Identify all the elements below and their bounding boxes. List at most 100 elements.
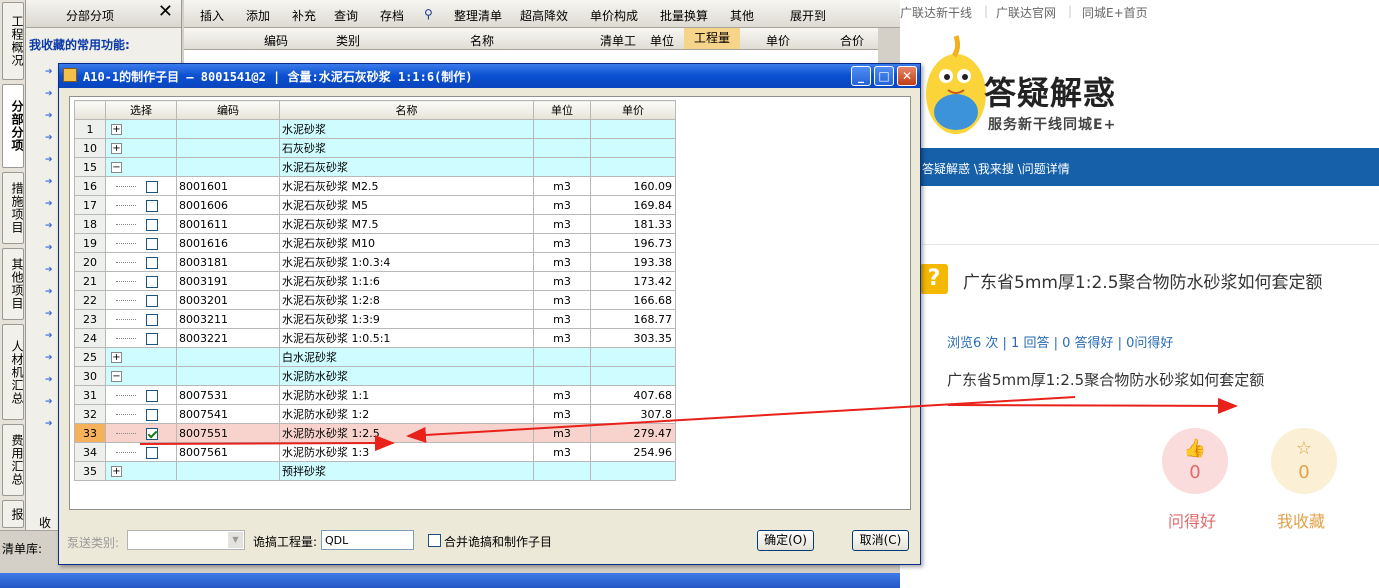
select-cell[interactable]: + (105, 347, 177, 367)
expand-toggle-icon[interactable]: + (111, 352, 122, 363)
select-cell[interactable] (105, 176, 177, 196)
group-row[interactable]: 25 + 白水泥砂浆 (74, 347, 676, 367)
binoculars-icon[interactable]: ⚲ (424, 7, 433, 21)
select-checkbox[interactable] (146, 275, 158, 288)
arrow-right-icon[interactable]: ➔ (45, 68, 53, 77)
select-checkbox[interactable] (146, 294, 158, 307)
arrow-right-icon[interactable]: ➔ (45, 376, 53, 385)
expand-toggle-icon[interactable]: + (111, 466, 122, 477)
select-cell[interactable]: − (105, 366, 177, 386)
select-cell[interactable]: + (105, 138, 177, 158)
header-unit[interactable]: 单位 (533, 100, 591, 120)
arrow-right-icon[interactable]: ➔ (45, 112, 53, 121)
link-city-home[interactable]: 同城E+首页 (1082, 4, 1148, 21)
table-row[interactable]: 19 8001616 水泥石灰砂浆 M10 m3 196.73 (74, 233, 676, 253)
breadcrumb[interactable]: 答疑解惑 \我来搜 \问题详情 (922, 160, 1070, 177)
select-checkbox[interactable] (146, 427, 158, 440)
table-row[interactable]: 31 8007531 水泥防水砂浆 1:1 m3 407.68 (74, 385, 676, 405)
tab-other-items[interactable]: 其他项目 (2, 248, 24, 320)
organize-list-menu[interactable]: 整理清单 (454, 7, 502, 24)
minimize-icon[interactable]: _ (851, 66, 871, 86)
arrow-right-icon[interactable]: ➔ (45, 134, 53, 143)
chevron-down-icon[interactable]: ▼ (228, 532, 243, 548)
insert-menu[interactable]: 插入 (200, 7, 224, 24)
select-cell[interactable] (105, 385, 177, 405)
select-checkbox[interactable] (146, 332, 158, 345)
other-menu[interactable]: 其他 (730, 7, 754, 24)
arrow-right-icon[interactable]: ➔ (45, 244, 53, 253)
group-row[interactable]: 35 + 预拌砂浆 (74, 461, 676, 481)
tab-measures[interactable]: 措施项目 (2, 172, 24, 244)
select-checkbox[interactable] (146, 313, 158, 326)
expand-toggle-icon[interactable]: − (111, 162, 122, 173)
tab-project-overview[interactable]: 工程概况 (2, 2, 24, 80)
add-menu[interactable]: 添加 (246, 7, 270, 24)
query-menu[interactable]: 查询 (334, 7, 358, 24)
question-stats[interactable]: 浏览6 次 | 1 回答 | 0 答得好 | 0问得好 (947, 332, 1173, 351)
tab-report[interactable]: 报 (2, 500, 24, 528)
arrow-right-icon[interactable]: ➔ (45, 398, 53, 407)
group-row[interactable]: 10 + 石灰砂浆 (74, 138, 676, 158)
select-checkbox[interactable] (146, 389, 158, 402)
select-cell[interactable] (105, 233, 177, 253)
select-cell[interactable] (105, 214, 177, 234)
select-checkbox[interactable] (146, 408, 158, 421)
link-glodon-site[interactable]: 广联达官网 (996, 4, 1056, 21)
merge-checkbox[interactable] (428, 534, 441, 547)
tab-materials-summary[interactable]: 人材机汇总 (2, 324, 24, 420)
merge-label[interactable]: 合并诡搞和制作子目 (444, 533, 552, 550)
table-row[interactable]: 33 8007551 水泥防水砂浆 1:2.5 m3 279.47 (74, 423, 676, 443)
maximize-icon[interactable]: □ (874, 66, 894, 86)
select-checkbox[interactable] (146, 199, 158, 212)
batch-convert-menu[interactable]: 批量换算 (660, 7, 708, 24)
header-price[interactable]: 单价 (590, 100, 676, 120)
link-glodon-newline[interactable]: 广联达新干线 (900, 4, 972, 21)
arrow-right-icon[interactable]: ➔ (45, 354, 53, 363)
table-row[interactable]: 20 8003181 水泥石灰砂浆 1:0.3:4 m3 193.38 (74, 252, 676, 272)
quantity-input[interactable] (321, 530, 414, 550)
arrow-right-icon[interactable]: ➔ (45, 222, 53, 231)
group-row[interactable]: 1 + 水泥砂浆 (74, 119, 676, 139)
arrow-right-icon[interactable]: ➔ (45, 332, 53, 341)
favorite-label[interactable]: 我收藏 (1277, 508, 1325, 532)
table-row[interactable]: 22 8003201 水泥石灰砂浆 1:2:8 m3 166.68 (74, 290, 676, 310)
expand-to-menu[interactable]: 展开到 (790, 7, 826, 24)
select-cell[interactable] (105, 423, 177, 443)
good-question-button[interactable]: 👍 0 (1162, 428, 1228, 494)
expand-toggle-icon[interactable]: + (111, 143, 122, 154)
dialog-titlebar[interactable]: A10-1的制作子目 — 8001541@2 | 含量:水泥石灰砂浆 1:1:6… (59, 64, 920, 88)
cancel-button[interactable]: 取消(C) (852, 530, 909, 551)
grid-col-quantity[interactable]: 工程量 (684, 28, 741, 49)
select-cell[interactable]: + (105, 119, 177, 139)
panel-bottom-tab[interactable]: 收 (39, 514, 51, 531)
height-reduction-menu[interactable]: 超高降效 (520, 7, 568, 24)
ok-button[interactable]: 确定(O) (757, 530, 814, 551)
select-cell[interactable] (105, 309, 177, 329)
arrow-right-icon[interactable]: ➔ (45, 200, 53, 209)
close-icon[interactable]: ✕ (158, 3, 173, 21)
select-cell[interactable]: − (105, 157, 177, 177)
table-row[interactable]: 34 8007561 水泥防水砂浆 1:3 m3 254.96 (74, 442, 676, 462)
table-row[interactable]: 17 8001606 水泥石灰砂浆 M5 m3 169.84 (74, 195, 676, 215)
close-icon[interactable]: ✕ (897, 66, 917, 86)
select-cell[interactable] (105, 195, 177, 215)
select-checkbox[interactable] (146, 446, 158, 459)
arrow-right-icon[interactable]: ➔ (45, 156, 53, 165)
arrow-right-icon[interactable]: ➔ (45, 310, 53, 319)
select-checkbox[interactable] (146, 218, 158, 231)
select-cell[interactable]: + (105, 461, 177, 481)
select-cell[interactable] (105, 328, 177, 348)
archive-menu[interactable]: 存档 (380, 7, 404, 24)
header-select[interactable]: 选择 (105, 100, 177, 120)
select-checkbox[interactable] (146, 180, 158, 193)
select-cell[interactable] (105, 290, 177, 310)
table-row[interactable]: 21 8003191 水泥石灰砂浆 1:1:6 m3 173.42 (74, 271, 676, 291)
tab-sections[interactable]: 分部分项 (2, 84, 24, 168)
header-name[interactable]: 名称 (279, 100, 534, 120)
select-cell[interactable] (105, 271, 177, 291)
grid-col-price[interactable]: 单价 (766, 32, 790, 49)
arrow-right-icon[interactable]: ➔ (45, 420, 53, 429)
table-row[interactable]: 24 8003221 水泥石灰砂浆 1:0.5:1 m3 303.35 (74, 328, 676, 348)
table-row[interactable]: 16 8001601 水泥石灰砂浆 M2.5 m3 160.09 (74, 176, 676, 196)
arrow-right-icon[interactable]: ➔ (45, 90, 53, 99)
